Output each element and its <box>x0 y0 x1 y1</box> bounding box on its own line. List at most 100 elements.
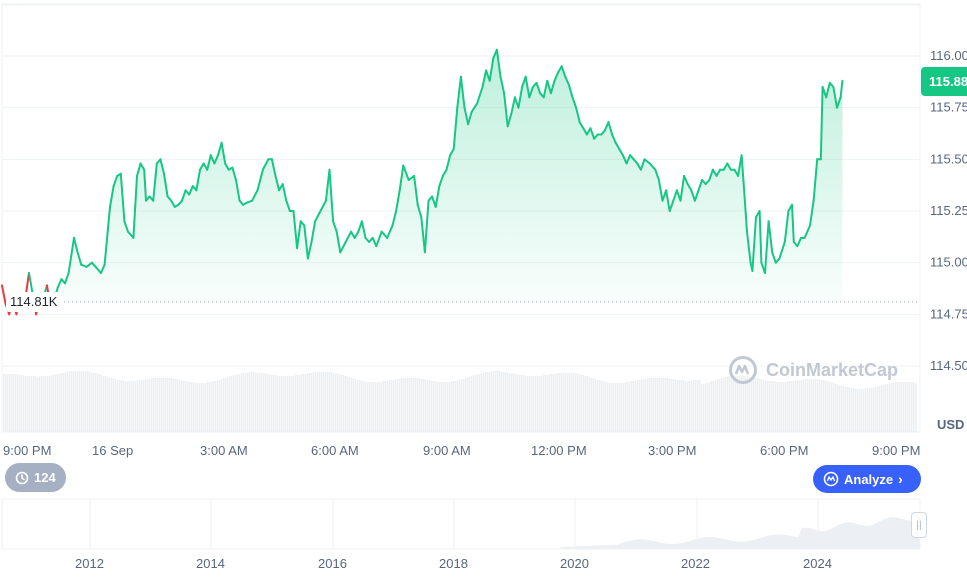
volume-bar <box>887 384 889 432</box>
volume-bar <box>201 383 203 432</box>
y-tick-label: 116.00 <box>930 48 967 63</box>
watermark: CoinMarketCap <box>728 355 898 385</box>
volume-bar <box>389 380 391 432</box>
volume-bar <box>11 374 13 432</box>
volume-bar <box>385 381 387 432</box>
volume-bar <box>215 381 217 432</box>
volume-bar <box>819 380 821 432</box>
volume-bar <box>753 377 755 432</box>
volume-bar <box>159 378 161 432</box>
volume-bar <box>187 382 189 432</box>
volume-bar <box>607 382 609 432</box>
volume-bar <box>133 381 135 432</box>
volume-bar <box>827 381 829 432</box>
volume-bar <box>167 378 169 432</box>
volume-bar <box>57 374 59 432</box>
volume-bar <box>147 379 149 432</box>
price-chart[interactable]: 116.00 115.75 115.50 115.25 115.00 114.75 114.… <box>0 0 967 582</box>
volume-bar <box>579 374 581 432</box>
volume-bar <box>425 380 427 432</box>
volume-bar <box>645 379 647 432</box>
volume-bar <box>175 379 177 432</box>
volume-bar <box>857 389 859 432</box>
volume-bar <box>245 373 247 432</box>
volume-bar <box>849 388 851 432</box>
volume-bar <box>463 379 465 432</box>
volume-bar <box>503 372 505 432</box>
volume-bar <box>533 376 535 432</box>
volume-bar <box>155 378 157 432</box>
volume-bar <box>223 378 225 432</box>
volume-bar <box>527 376 529 432</box>
volume-bar <box>171 378 173 432</box>
volume-bar <box>337 374 339 432</box>
baseline-price-label: 114.81K <box>6 291 62 312</box>
volume-bar <box>693 380 695 432</box>
volume-bar <box>35 376 37 432</box>
volume-bar <box>115 379 117 432</box>
volume-bar <box>539 376 541 432</box>
volume-bar <box>77 371 79 432</box>
volume-bar <box>513 374 515 432</box>
volume-bar <box>509 373 511 432</box>
volume-bar <box>189 382 191 432</box>
range-navigator[interactable] <box>1 498 921 550</box>
analyze-button[interactable]: Analyze › <box>813 465 921 493</box>
volume-bar <box>151 378 153 432</box>
volume-bar <box>315 372 317 432</box>
volume-bar <box>153 378 155 432</box>
volume-bar <box>93 373 95 432</box>
volume-bar <box>795 380 797 432</box>
volume-bar <box>495 371 497 432</box>
volume-bar <box>911 382 913 432</box>
volume-bar <box>403 378 405 432</box>
volume-bar <box>489 372 491 432</box>
volume-bar <box>769 381 771 432</box>
volume-bar <box>897 382 899 432</box>
volume-bar <box>397 379 399 432</box>
history-button[interactable]: 124 <box>5 463 66 492</box>
volume-bar <box>317 372 319 432</box>
x-tick-label: 9:00 AM <box>423 443 471 458</box>
volume-bar <box>517 374 519 432</box>
volume-bar <box>387 381 389 432</box>
navigator-tick-label: 2014 <box>196 556 225 571</box>
volume-bar <box>73 371 75 432</box>
volume-bar <box>853 388 855 432</box>
volume-bar <box>431 381 433 432</box>
volume-bar <box>639 380 641 432</box>
volume-bar <box>59 374 61 432</box>
volume-bar <box>263 373 265 432</box>
volume-bar <box>85 371 87 432</box>
volume-bar <box>363 381 365 432</box>
volume-bar <box>757 378 759 432</box>
volume-bar <box>43 376 45 432</box>
volume-bar <box>863 389 865 432</box>
volume-bar <box>21 375 23 432</box>
navigator-tick-label: 2012 <box>75 556 104 571</box>
volume-bar <box>71 371 73 432</box>
volume-bar <box>69 371 71 432</box>
watermark-text: CoinMarketCap <box>766 359 899 380</box>
volume-bar <box>339 374 341 432</box>
volume-bar <box>541 376 543 432</box>
volume-bar <box>913 382 915 432</box>
volume-bar <box>309 373 311 432</box>
volume-bar <box>801 380 803 432</box>
volume-bar <box>313 372 315 432</box>
volume-bar <box>283 376 285 432</box>
volume-bar <box>669 379 671 432</box>
volume-bar <box>179 380 181 432</box>
volume-bar <box>547 375 549 432</box>
volume-bar <box>613 383 615 432</box>
volume-bar <box>381 382 383 432</box>
volume-bar <box>603 381 605 432</box>
volume-bar <box>561 373 563 432</box>
volume-bar <box>799 380 801 432</box>
volume-bar <box>543 375 545 432</box>
volume-bar <box>467 377 469 432</box>
volume-bar <box>401 378 403 432</box>
volume-bar <box>789 381 791 432</box>
navigator-drag-handle[interactable]: || <box>911 512 927 538</box>
volume-bar <box>227 377 229 432</box>
